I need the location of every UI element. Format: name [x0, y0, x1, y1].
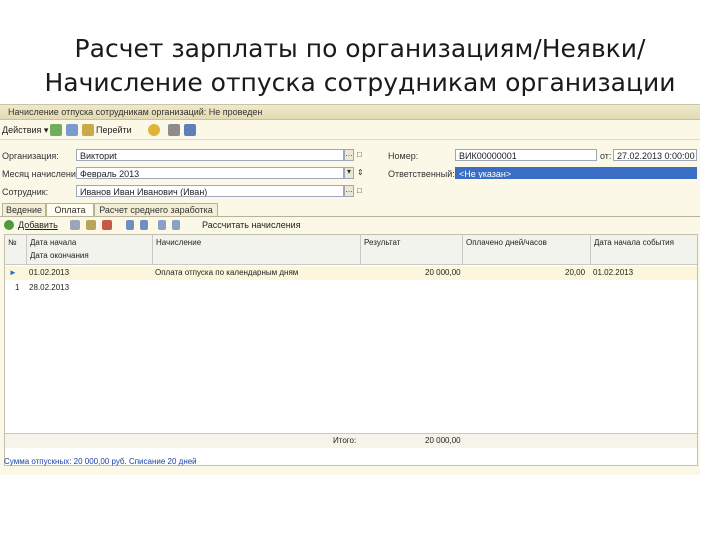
month-dropdown-button[interactable]: ▾ [344, 167, 354, 179]
goto-button[interactable]: Перейти [96, 125, 132, 135]
status-summary-link[interactable]: Сумма отпускных: 20 000,00 руб. Списание… [4, 457, 197, 466]
col-days-paid[interactable]: Оплачено дней/часов [463, 235, 591, 265]
table-toolbar: Добавить Рассчитать начисления [0, 216, 700, 234]
row-event-start: 01.02.2013 [593, 268, 634, 277]
table-row[interactable]: ► 01.02.2013 Оплата отпуска по календарн… [5, 266, 697, 280]
move-down-icon[interactable] [140, 220, 148, 230]
responsible-label: Ответственный: [388, 169, 455, 179]
add-icon [4, 220, 14, 230]
row-date-start: 01.02.2013 [29, 268, 70, 277]
slide-title: Расчет зарплаты по организациям/Неявки/ … [0, 32, 720, 100]
date-field[interactable]: 27.02.2013 0:00:00 [613, 149, 697, 161]
employee-label: Сотрудник: [2, 187, 49, 197]
tab-average-earnings[interactable]: Расчет среднего заработка [94, 203, 218, 216]
sort-asc-icon[interactable] [158, 220, 166, 230]
add-button[interactable]: Добавить [18, 220, 58, 230]
row-date-end: 28.02.2013 [29, 283, 70, 292]
row-marker-icon: ► [9, 268, 17, 277]
slide-title-line2: Начисление отпуска сотрудникам организац… [44, 68, 676, 97]
row-days-paid: 20,00 [565, 268, 586, 277]
window-title: Начисление отпуска сотрудникам организац… [8, 107, 263, 117]
row-num: 1 [15, 283, 20, 292]
sort-desc-icon[interactable] [172, 220, 180, 230]
main-toolbar: Действия ▾ Перейти [0, 121, 700, 140]
structure-icon[interactable] [184, 124, 196, 136]
organization-select-button[interactable]: … [344, 149, 354, 161]
month-stepper-icon[interactable]: ⇕ [357, 168, 364, 177]
accruals-table[interactable]: № Дата начала Дата окончания Начисление … [4, 234, 698, 466]
move-up-icon[interactable] [126, 220, 134, 230]
document-window: Начисление отпуска сотрудникам организац… [0, 104, 700, 475]
post-icon[interactable] [66, 124, 78, 136]
tab-main[interactable]: Ведение [2, 203, 46, 216]
col-dates[interactable]: Дата начала Дата окончания [27, 235, 153, 265]
month-field[interactable]: Февраль 2013 [76, 167, 344, 179]
save-icon[interactable] [50, 124, 62, 136]
list-icon[interactable] [168, 124, 180, 136]
organization-clear-icon[interactable]: □ [357, 150, 362, 159]
window-titlebar: Начисление отпуска сотрудникам организац… [0, 105, 700, 120]
col-num[interactable]: № [5, 235, 27, 265]
organization-field[interactable]: Викториt [76, 149, 344, 161]
total-label: Итого: [333, 436, 357, 445]
col-result[interactable]: Результат [361, 235, 463, 265]
delete-icon[interactable] [102, 220, 112, 230]
employee-field[interactable]: Иванов Иван Иванович (Иван) [76, 185, 344, 197]
number-label: Номер: [388, 151, 419, 161]
tab-payment[interactable]: Оплата [46, 203, 94, 216]
month-label: Месяц начисления: [2, 169, 84, 179]
col-event-start[interactable]: Дата начала события [591, 235, 697, 265]
col-accrual[interactable]: Начисление [153, 235, 361, 265]
calculate-accruals-button[interactable]: Рассчитать начисления [202, 220, 301, 230]
row-accrual: Оплата отпуска по календарным дням [155, 268, 299, 277]
employee-select-button[interactable]: … [344, 185, 354, 197]
slide-title-line1: Расчет зарплаты по организациям/Неявки/ [74, 34, 646, 63]
number-field[interactable]: ВИК00000001 [455, 149, 597, 161]
organization-label: Организация: [2, 151, 59, 161]
row-result: 20 000,00 [425, 268, 461, 277]
edit-icon[interactable] [86, 220, 96, 230]
goto-icon[interactable] [82, 124, 94, 136]
employee-clear-icon[interactable]: □ [357, 186, 362, 195]
copy-icon[interactable] [70, 220, 80, 230]
responsible-field[interactable]: <Не указан> [455, 167, 697, 179]
total-value: 20 000,00 [425, 436, 461, 445]
date-label: от: [600, 151, 612, 161]
actions-menu[interactable]: Действия ▾ [2, 125, 48, 136]
help-icon[interactable] [148, 124, 160, 136]
table-footer: Итого: 20 000,00 [5, 433, 697, 448]
